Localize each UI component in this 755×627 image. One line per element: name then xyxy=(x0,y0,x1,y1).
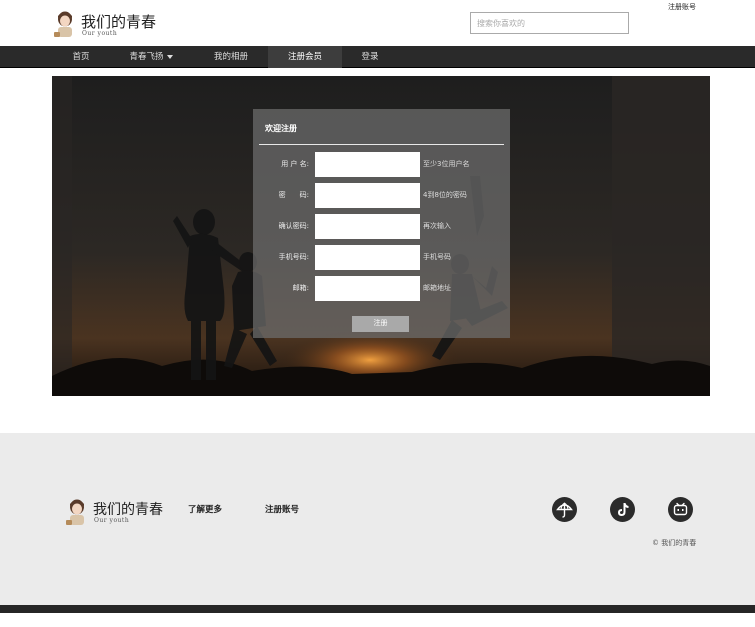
footer-register-link[interactable]: 注册账号 xyxy=(265,503,299,515)
footer-learn-more-link[interactable]: 了解更多 xyxy=(188,503,222,515)
footer-brand-subtitle: Our youth xyxy=(94,517,130,524)
nav-item-album[interactable]: 我的相册 xyxy=(202,46,260,68)
phone-hint: 手机号码 xyxy=(423,253,451,261)
register-account-link[interactable]: 注册账号 xyxy=(668,2,696,12)
copyright-text: © 我们的青春 xyxy=(652,539,697,547)
password-input[interactable] xyxy=(315,183,420,208)
search-input[interactable] xyxy=(470,12,629,34)
register-form: 欢迎注册 用 户 名: 至少3位用户名 密 码: 4到8位的密码 确认密码: 再… xyxy=(253,109,510,338)
nav-item-home[interactable]: 首页 xyxy=(62,46,100,68)
nav-item-youth[interactable]: 青春飞扬 xyxy=(120,46,182,68)
phone-label: 手机号码: xyxy=(278,253,309,261)
bottom-bar xyxy=(0,605,755,613)
main-nav: 首页 青春飞扬 我的相册 注册会员 登录 xyxy=(0,46,755,68)
nav-item-label: 登录 xyxy=(361,52,379,62)
nav-item-label: 首页 xyxy=(72,52,90,62)
username-hint: 至少3位用户名 xyxy=(423,160,470,168)
username-input[interactable] xyxy=(315,152,420,177)
header: 我们的青春 Our youth 注册账号 xyxy=(0,0,755,46)
caret-down-icon xyxy=(166,54,173,59)
footer-brand-title: 我们的青春 xyxy=(93,502,163,518)
confirm-password-hint: 再次输入 xyxy=(423,222,451,230)
umbrella-icon[interactable] xyxy=(552,497,577,522)
form-divider xyxy=(259,144,504,145)
brand-subtitle: Our youth xyxy=(82,30,118,37)
username-label: 用 户 名: xyxy=(281,160,309,168)
avatar-icon xyxy=(54,11,72,37)
nav-item-label: 注册会员 xyxy=(287,52,322,62)
nav-item-register[interactable]: 注册会员 xyxy=(268,46,342,68)
tiktok-icon[interactable] xyxy=(610,497,635,522)
avatar-icon xyxy=(66,499,84,525)
phone-input[interactable] xyxy=(315,245,420,270)
nav-item-label: 我的相册 xyxy=(213,52,248,62)
bilibili-icon[interactable] xyxy=(668,497,693,522)
email-hint: 邮箱地址 xyxy=(423,284,451,292)
nav-item-label: 青春飞扬 xyxy=(129,52,164,62)
confirm-password-label: 确认密码: xyxy=(278,222,309,230)
email-input[interactable] xyxy=(315,276,420,301)
password-hint: 4到8位的密码 xyxy=(423,191,467,199)
password-label: 密 码: xyxy=(278,191,309,199)
brand-title: 我们的青春 xyxy=(81,13,157,31)
nav-item-login[interactable]: 登录 xyxy=(350,46,390,68)
brand-logo[interactable]: 我们的青春 Our youth xyxy=(52,10,162,40)
register-submit-button[interactable]: 注册 xyxy=(352,316,409,332)
footer-brand-logo[interactable]: 我们的青春 Our youth xyxy=(64,498,174,528)
form-title: 欢迎注册 xyxy=(265,124,297,133)
confirm-password-input[interactable] xyxy=(315,214,420,239)
email-label: 邮箱: xyxy=(292,284,309,292)
